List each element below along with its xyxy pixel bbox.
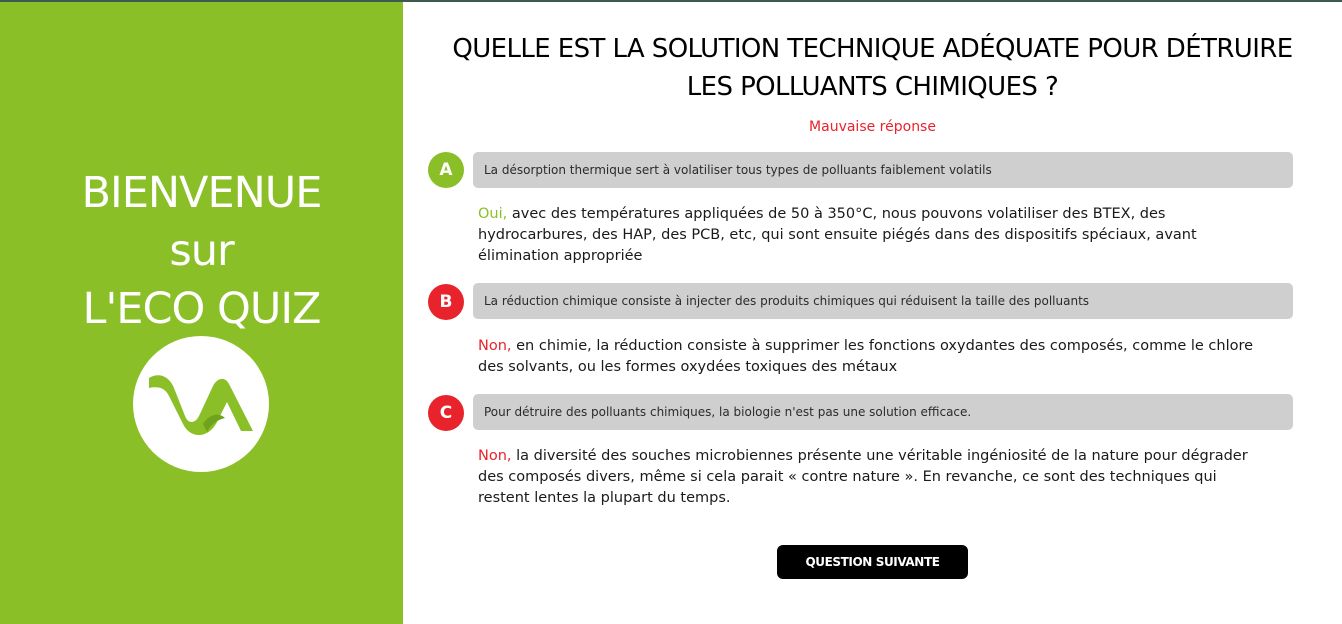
answer-a-badge: A <box>428 152 464 188</box>
answer-b-badge: B <box>428 284 464 320</box>
answer-c-explanation-text: la diversité des souches microbiennes pr… <box>478 448 1248 506</box>
sidebar: BIENVENUE sur L'ECO QUIZ <box>0 2 403 624</box>
question-title: QUELLE EST LA SOLUTION TECHNIQUE ADÉQUAT… <box>403 30 1342 106</box>
answer-a-explanation: Oui, avec des températures appliquées de… <box>478 204 1268 267</box>
welcome-title: BIENVENUE sur L'ECO QUIZ <box>0 164 403 338</box>
answer-b-option[interactable]: La réduction chimique consiste à injecte… <box>473 283 1293 319</box>
va-logo-graphic <box>149 375 253 436</box>
answer-c-option[interactable]: Pour détruire des polluants chimiques, l… <box>473 394 1293 430</box>
verdict-text: Mauvaise réponse <box>809 119 936 135</box>
va-logo-icon <box>133 336 269 472</box>
answer-c-verdict: Non, <box>478 448 512 464</box>
answer-a-option[interactable]: La désorption thermique sert à volatilis… <box>473 152 1293 188</box>
answer-c-badge: C <box>428 395 464 431</box>
welcome-line-2: sur <box>169 226 234 276</box>
answer-b-verdict: Non, <box>478 338 512 354</box>
answer-c-explanation: Non, la diversité des souches microbienn… <box>478 446 1268 509</box>
answer-b-explanation-text: en chimie, la réduction consiste à suppr… <box>478 338 1254 375</box>
answer-b-explanation: Non, en chimie, la réduction consiste à … <box>478 336 1268 378</box>
next-question-button[interactable]: QUESTION SUIVANTE <box>777 545 968 579</box>
question-line-2: LES POLLUANTS CHIMIQUES ? <box>686 72 1059 102</box>
welcome-line-3: L'ECO QUIZ <box>82 284 322 334</box>
answer-a-explanation-text: avec des températures appliquées de 50 à… <box>478 206 1197 264</box>
answer-a-verdict: Oui, <box>478 206 508 222</box>
quiz-panel: QUELLE EST LA SOLUTION TECHNIQUE ADÉQUAT… <box>403 0 1342 624</box>
welcome-line-1: BIENVENUE <box>81 168 323 218</box>
question-line-1: QUELLE EST LA SOLUTION TECHNIQUE ADÉQUAT… <box>452 34 1293 64</box>
